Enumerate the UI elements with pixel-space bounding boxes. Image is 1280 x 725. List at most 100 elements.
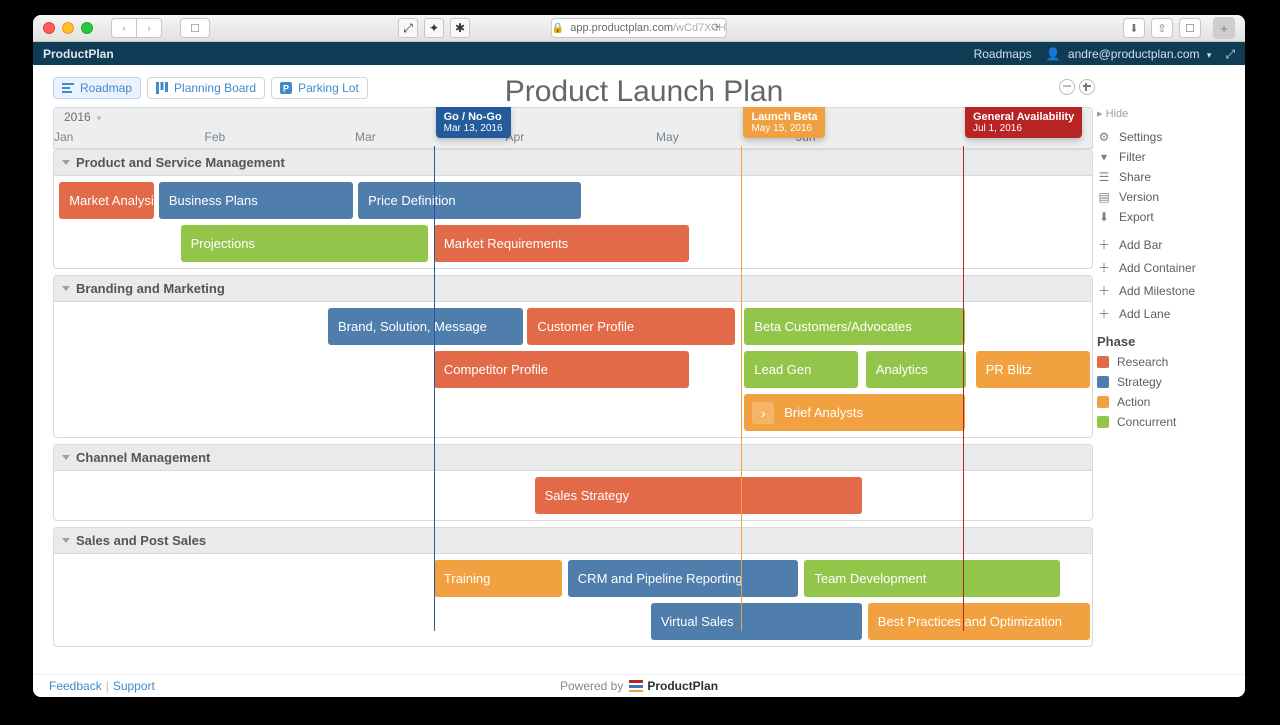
roadmap-bar[interactable]: ›Brief Analysts (744, 394, 965, 431)
sidebar-share[interactable]: ☰Share (1097, 170, 1237, 184)
sidebar-add-lane[interactable]: ＋Add Lane (1097, 305, 1237, 322)
downloads-icon[interactable]: ⬇ (1123, 18, 1145, 38)
legend-title: Phase (1097, 334, 1237, 349)
chevron-down-icon (62, 286, 70, 291)
bar-label: Customer Profile (537, 319, 634, 334)
month-label: May (656, 130, 679, 144)
sidebar-hide[interactable]: ▸ Hide (1097, 107, 1237, 120)
view-planning-tab[interactable]: Planning Board (147, 77, 265, 99)
lane-row: Sales Strategy (54, 477, 1092, 514)
bar-label: Team Development (814, 571, 926, 586)
footer-feedback[interactable]: Feedback (49, 679, 102, 693)
export-icon: ⬇ (1097, 210, 1111, 224)
sidebar-add-milestone[interactable]: ＋Add Milestone (1097, 282, 1237, 299)
legend: Research Strategy Action Concurrent (1097, 355, 1237, 429)
new-tab-button[interactable]: + (1213, 17, 1235, 39)
roadmap-bar[interactable]: CRM and Pipeline Reporting (568, 560, 798, 597)
swatch-icon (1097, 356, 1109, 368)
share-icon[interactable]: ⇧ (1151, 18, 1173, 38)
sidebar-export[interactable]: ⬇Export (1097, 210, 1237, 224)
sidebar-version[interactable]: ▤Version (1097, 190, 1237, 204)
tabs-icon[interactable]: ☐ (1179, 18, 1201, 38)
milestone-tag[interactable]: Go / No-GoMar 13, 2016 (436, 107, 511, 138)
plus-icon: ＋ (1097, 236, 1111, 253)
milestone-title: Go / No-Go (444, 111, 503, 123)
month-label: Jan (54, 130, 73, 144)
bar-label: Sales Strategy (545, 488, 630, 503)
nav-user-menu[interactable]: 👤 andre@productplan.com ▾ (1046, 47, 1212, 61)
roadmap-bar[interactable]: Beta Customers/Advocates (744, 308, 965, 345)
forward-button[interactable]: › (137, 18, 162, 38)
roadmap-bar[interactable]: Brand, Solution, Message (328, 308, 523, 345)
roadmap-bar[interactable]: Market Analysis (59, 182, 153, 219)
lane-header[interactable]: Sales and Post Sales (54, 528, 1092, 554)
lane-body: Brand, Solution, Message Customer Profile… (54, 308, 1092, 431)
app-brand[interactable]: ProductPlan (43, 47, 114, 61)
roadmap-bar[interactable]: Analytics (866, 351, 967, 388)
fullscreen-icon[interactable]: ⤢ (1225, 47, 1235, 62)
extension-icon[interactable]: ⤢ (398, 18, 418, 38)
zoom-in-icon[interactable] (1079, 79, 1095, 95)
reload-icon[interactable]: ⟳ (711, 21, 720, 34)
lane-title: Product and Service Management (76, 155, 285, 170)
roadmap-bar[interactable]: Sales Strategy (535, 477, 862, 514)
nav-roadmaps[interactable]: Roadmaps (974, 47, 1032, 61)
address-bar[interactable]: 🔒 app.productplan.com/wCd7X-IH ⟳ (551, 18, 727, 38)
legend-strategy[interactable]: Strategy (1097, 375, 1237, 389)
milestone-line (434, 146, 435, 631)
legend-concurrent[interactable]: Concurrent (1097, 415, 1237, 429)
sidebar-add-container[interactable]: ＋Add Container (1097, 259, 1237, 276)
bar-label: Price Definition (368, 193, 455, 208)
lane-header[interactable]: Product and Service Management (54, 150, 1092, 176)
milestone-date: May 15, 2016 (751, 123, 812, 134)
roadmap-bar[interactable]: Customer Profile (527, 308, 735, 345)
sidebar-add-bar[interactable]: ＋Add Bar (1097, 236, 1237, 253)
maximize-window-icon[interactable] (81, 22, 93, 34)
roadmap-bar[interactable]: Training (434, 560, 562, 597)
roadmap-bar[interactable]: Team Development (804, 560, 1059, 597)
lane-header[interactable]: Branding and Marketing (54, 276, 1092, 302)
lane-title: Sales and Post Sales (76, 533, 206, 548)
close-window-icon[interactable] (43, 22, 55, 34)
milestone-tag[interactable]: Launch BetaMay 15, 2016 (743, 107, 825, 138)
roadmap-bar[interactable]: Price Definition (358, 182, 581, 219)
milestone-tag[interactable]: General AvailabilityJul 1, 2016 (965, 107, 1082, 138)
view-parking-tab[interactable]: P Parking Lot (271, 77, 368, 99)
legend-action[interactable]: Action (1097, 395, 1237, 409)
roadmap-bar[interactable]: Virtual Sales (651, 603, 862, 640)
lane-title: Channel Management (76, 450, 210, 465)
bar-label: Competitor Profile (444, 362, 548, 377)
roadmap-bar[interactable]: Projections (181, 225, 428, 262)
roadmap-bar[interactable]: Best Practices and Optimization (868, 603, 1090, 640)
expand-icon[interactable]: › (752, 402, 774, 424)
bar-label: Market Analysis (69, 193, 160, 208)
lane-header[interactable]: Channel Management (54, 445, 1092, 471)
roadmap-bar[interactable]: Competitor Profile (434, 351, 689, 388)
view-roadmap-tab[interactable]: Roadmap (53, 77, 141, 99)
sidebar-settings[interactable]: ⚙Settings (1097, 130, 1237, 144)
roadmap-bar[interactable]: Lead Gen (744, 351, 858, 388)
chevron-down-icon (62, 538, 70, 543)
gear-icon: ⚙ (1097, 130, 1111, 144)
extension-icon[interactable]: ✦ (424, 18, 444, 38)
timeline-year[interactable]: 2016▾ (64, 110, 101, 124)
sidebar-toggle-icon[interactable]: ☐ (180, 18, 210, 38)
minimize-window-icon[interactable] (62, 22, 74, 34)
sidebar-filter[interactable]: ▾Filter (1097, 150, 1237, 164)
footer-support[interactable]: Support (113, 679, 155, 693)
milestone-date: Jul 1, 2016 (973, 123, 1022, 134)
zoom-out-icon[interactable] (1059, 79, 1075, 95)
extension-icon[interactable]: ✱ (450, 18, 470, 38)
bar-label: Virtual Sales (661, 614, 734, 629)
lane-body: Sales Strategy (54, 477, 1092, 514)
back-button[interactable]: ‹ (111, 18, 137, 38)
roadmap-bar[interactable]: Business Plans (159, 182, 353, 219)
swatch-icon (1097, 396, 1109, 408)
caret-down-icon: ▾ (97, 113, 102, 123)
roadmap-bar[interactable]: PR Blitz (976, 351, 1090, 388)
app-topbar: ProductPlan Roadmaps 👤 andre@productplan… (33, 42, 1245, 66)
right-sidebar: ▸ Hide ⚙Settings ▾Filter ☰Share ▤Version… (1089, 107, 1237, 669)
legend-research[interactable]: Research (1097, 355, 1237, 369)
roadmap-bar[interactable]: Market Requirements (434, 225, 689, 262)
roadmap-icon (62, 82, 74, 94)
